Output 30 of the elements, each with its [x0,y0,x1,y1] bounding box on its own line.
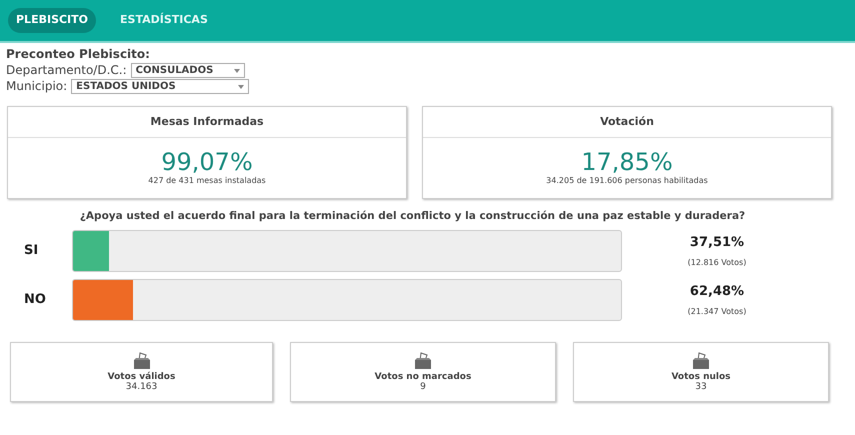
vote-count: 34.163 [126,382,158,392]
select-field[interactable]: ESTADOS UNIDOS [71,79,250,94]
dropdown-arrow-icon [238,84,244,88]
field-label: Municipio: [6,79,68,94]
option-votes: (21.347 Votos) [688,306,746,318]
option-label: NO [23,291,47,309]
card-detail: 427 de 431 mesas instaladas [148,175,266,187]
vote-card-title: Votos nulos [671,372,731,382]
percent-value: 99,07% [161,149,253,175]
dropdown-arrow-icon [234,68,240,72]
percent-value: 17,85% [581,149,673,175]
ballot-box-icon [692,352,710,369]
option-percent: 37,51% [690,234,744,252]
vote-count: 9 [420,382,426,392]
option-percent: 62,48% [690,282,744,300]
field-label: Departamento/D.C.: [6,63,127,78]
card-detail: 34.205 de 191.606 personas habilitadas [546,175,708,187]
vote-count: 33 [695,382,707,392]
option-votes: (12.816 Votos) [688,257,746,269]
nav-tab[interactable]: PLEBISCITO [8,8,96,33]
ballot-box-icon [132,352,150,369]
card-title: Mesas Informadas [8,107,406,138]
card-title: Votación [423,107,831,138]
option-label: SI [23,242,40,260]
vote-card-title: Votos no marcados [374,372,472,382]
section-title: Preconteo Plebiscito: [6,47,151,62]
question-text: ¿Apoya usted el acuerdo final para la terminación del conflicto y la construcción de una paz estable y duradera? [80,209,746,224]
vote-card-title: Votos válidos [108,372,176,382]
ballot-box-icon [414,352,432,369]
select-field[interactable]: CONSULADOS [130,63,245,78]
